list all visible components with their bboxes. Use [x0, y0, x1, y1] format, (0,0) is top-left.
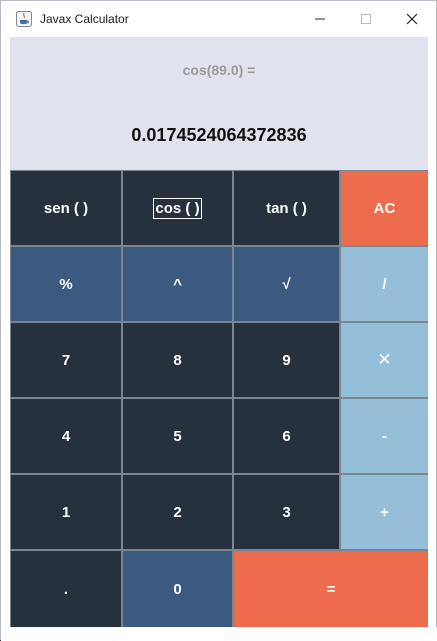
- minus-button-label: -: [382, 427, 387, 445]
- result-label: 0.0174524064372836: [131, 125, 307, 145]
- calculator-panel: cos(89.0) = 0.0174524064372836 sen ( ) c…: [10, 37, 428, 627]
- decimal-button-label: .: [63, 580, 69, 598]
- cos-button[interactable]: cos ( ): [123, 171, 232, 245]
- decimal-button[interactable]: .: [11, 551, 121, 627]
- digit-2-button[interactable]: 2: [123, 475, 232, 549]
- digit-8-button[interactable]: 8: [123, 323, 232, 397]
- digit-6-button[interactable]: 6: [234, 399, 339, 473]
- power-button[interactable]: ^: [123, 247, 232, 321]
- digit-3-button[interactable]: 3: [234, 475, 339, 549]
- sqrt-button-label: √: [282, 275, 291, 293]
- sqrt-button[interactable]: √: [234, 247, 339, 321]
- digit-8-label: 8: [173, 351, 182, 369]
- percent-button-label: %: [59, 275, 73, 293]
- calculator-window: Javax Calculator cos(89.0) = 0.017452406…: [0, 0, 437, 641]
- digit-6-label: 6: [282, 427, 291, 445]
- digit-1-button[interactable]: 1: [11, 475, 121, 549]
- digit-4-label: 4: [61, 427, 71, 445]
- sin-button-label: sen ( ): [43, 199, 89, 217]
- clear-button[interactable]: AC: [341, 171, 428, 245]
- cos-button-label: cos ( ): [153, 197, 202, 219]
- digit-2-label: 2: [173, 503, 182, 521]
- expression-label: cos(89.0) =: [182, 62, 256, 78]
- window-bottom-edge: [1, 627, 437, 641]
- window-title: Javax Calculator: [40, 12, 129, 26]
- close-button[interactable]: [389, 1, 435, 37]
- close-icon: [406, 13, 418, 25]
- java-icon: [16, 11, 32, 27]
- multiply-button-label: ✕: [377, 350, 392, 369]
- divide-button-label: /: [382, 275, 387, 293]
- percent-button[interactable]: %: [11, 247, 121, 321]
- digit-9-button[interactable]: 9: [234, 323, 339, 397]
- sin-button[interactable]: sen ( ): [11, 171, 121, 245]
- digit-7-label: 7: [61, 351, 71, 369]
- maximize-icon: [361, 14, 371, 24]
- minus-button[interactable]: -: [341, 399, 428, 473]
- tan-button-label: tan ( ): [266, 199, 307, 217]
- digit-9-label: 9: [282, 351, 291, 369]
- divide-button[interactable]: /: [341, 247, 428, 321]
- equals-button[interactable]: =: [234, 551, 428, 627]
- plus-button-label: +: [380, 503, 389, 521]
- digit-4-button[interactable]: 4: [11, 399, 121, 473]
- tan-button[interactable]: tan ( ): [234, 171, 339, 245]
- minimize-icon: [315, 18, 325, 20]
- clear-button-label: AC: [373, 199, 396, 217]
- digit-0-label: 0: [173, 580, 182, 598]
- digit-3-label: 3: [282, 503, 291, 521]
- maximize-button[interactable]: [343, 1, 389, 37]
- display-panel: cos(89.0) = 0.0174524064372836: [10, 37, 428, 170]
- digit-5-button[interactable]: 5: [123, 399, 232, 473]
- multiply-button[interactable]: ✕: [341, 323, 428, 397]
- plus-button[interactable]: +: [341, 475, 428, 549]
- title-bar[interactable]: Javax Calculator: [1, 1, 436, 37]
- digit-0-button[interactable]: 0: [123, 551, 232, 627]
- minimize-button[interactable]: [297, 1, 343, 37]
- digit-5-label: 5: [173, 427, 182, 445]
- digit-7-button[interactable]: 7: [11, 323, 121, 397]
- digit-1-label: 1: [61, 503, 71, 521]
- power-button-label: ^: [173, 275, 182, 293]
- equals-button-label: =: [326, 580, 336, 598]
